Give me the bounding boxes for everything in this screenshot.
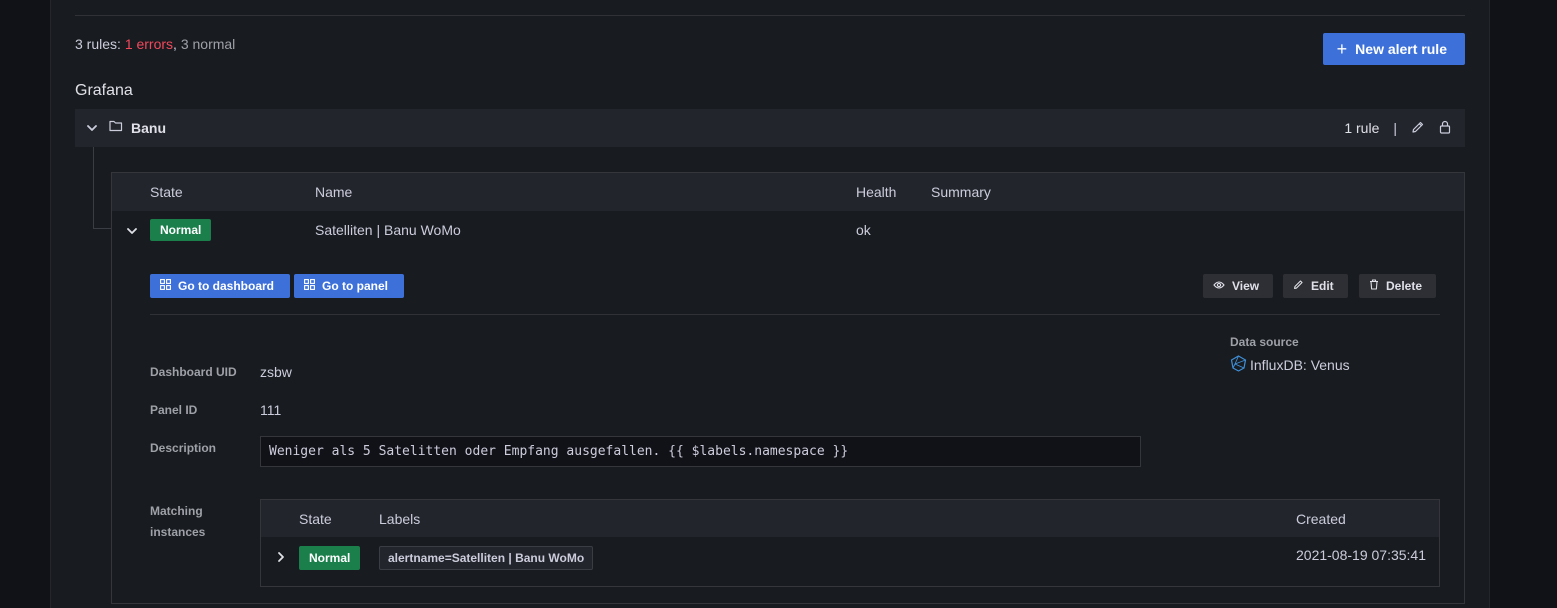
grid-icon bbox=[160, 279, 171, 293]
rule-actions: Go to dashboard Go to panel View Edit De… bbox=[150, 274, 1440, 298]
panel-id-value: 111 bbox=[260, 402, 282, 418]
rules-table-header: State Name Health Summary bbox=[112, 173, 1464, 211]
header-summary: Summary bbox=[931, 184, 991, 200]
datasource-name: InfluxDB: Venus bbox=[1250, 357, 1350, 373]
grid-icon bbox=[304, 279, 315, 293]
section-title: Grafana bbox=[75, 82, 133, 99]
header-state: State bbox=[150, 184, 183, 200]
summary-separator: , bbox=[173, 36, 181, 52]
description-value: Weniger als 5 Satelitten oder Empfang au… bbox=[260, 436, 1141, 467]
instance-row[interactable]: Normal alertname=Satelliten | Banu WoMo … bbox=[261, 537, 1439, 587]
header-name: Name bbox=[315, 184, 353, 200]
rules-summary: 3 rules: 1 errors, 3 normal bbox=[75, 36, 235, 52]
go-to-panel-button[interactable]: Go to panel bbox=[294, 274, 404, 298]
edit-label: Edit bbox=[1311, 279, 1334, 293]
details-divider bbox=[150, 314, 1440, 315]
delete-label: Delete bbox=[1386, 279, 1423, 293]
go-to-panel-label: Go to panel bbox=[322, 279, 388, 293]
new-alert-rule-label: New alert rule bbox=[1355, 41, 1447, 57]
delete-button[interactable]: Delete bbox=[1359, 274, 1437, 298]
instance-state-badge: Normal bbox=[299, 546, 361, 570]
go-to-dashboard-button[interactable]: Go to dashboard bbox=[150, 274, 290, 298]
view-label: View bbox=[1232, 279, 1260, 293]
folder-header[interactable]: Banu 1 rule | bbox=[75, 109, 1465, 147]
instances-header-created: Created bbox=[1296, 511, 1346, 527]
folder-pipe: | bbox=[1393, 120, 1397, 136]
edit-button[interactable]: Edit bbox=[1283, 274, 1348, 298]
alert-rules-page: 3 rules: 1 errors, 3 normal + New alert … bbox=[50, 0, 1490, 608]
matching-label-line2: instances bbox=[150, 525, 206, 539]
datasource-label: Data source bbox=[1230, 335, 1299, 349]
chevron-down-icon[interactable] bbox=[126, 224, 138, 240]
datasource-value[interactable]: InfluxDB: Venus bbox=[1230, 355, 1350, 375]
pencil-icon[interactable] bbox=[1411, 120, 1425, 137]
chevron-right-icon[interactable] bbox=[275, 550, 287, 566]
folder-rule-count: 1 rule bbox=[1344, 120, 1380, 136]
rule-state-badge: Normal bbox=[150, 219, 212, 241]
instance-created: 2021-08-19 07:35:41 bbox=[1296, 547, 1426, 563]
rule-health: ok bbox=[856, 222, 871, 238]
instances-header: State Labels Created bbox=[261, 500, 1439, 537]
pencil-icon bbox=[1293, 279, 1304, 293]
new-alert-rule-button[interactable]: + New alert rule bbox=[1322, 33, 1465, 65]
dashboard-uid-value: zsbw bbox=[260, 364, 292, 380]
panel-id-label: Panel ID bbox=[150, 403, 198, 417]
summary-normal: 3 normal bbox=[180, 36, 236, 52]
instances-header-state: State bbox=[299, 511, 332, 527]
top-divider bbox=[75, 15, 1465, 16]
folder-icon bbox=[109, 119, 123, 137]
rule-name: Satelliten | Banu WoMo bbox=[315, 222, 461, 238]
chevron-down-icon[interactable] bbox=[85, 121, 99, 135]
dashboard-uid-label: Dashboard UID bbox=[150, 365, 237, 379]
tree-line-vertical bbox=[93, 147, 94, 229]
lock-icon[interactable] bbox=[1439, 120, 1451, 137]
rules-table: State Name Health Summary Normal Satelli… bbox=[111, 172, 1465, 604]
matching-instances-table: State Labels Created Normal alertname=Sa… bbox=[260, 499, 1440, 587]
rule-row[interactable]: Normal Satelliten | Banu WoMo ok bbox=[112, 211, 1464, 251]
influxdb-icon bbox=[1230, 355, 1247, 375]
tree-line-horizontal bbox=[93, 228, 111, 229]
folder-name: Banu bbox=[131, 120, 166, 136]
matching-label-line1: Matching bbox=[150, 504, 203, 518]
trash-icon bbox=[1369, 279, 1379, 293]
plus-icon: + bbox=[1336, 39, 1348, 59]
summary-errors: 1 errors bbox=[124, 36, 174, 52]
folder-actions: 1 rule | bbox=[1344, 109, 1451, 147]
go-to-dashboard-label: Go to dashboard bbox=[178, 279, 274, 293]
header-health: Health bbox=[856, 184, 897, 200]
view-button[interactable]: View bbox=[1203, 274, 1274, 298]
description-label: Description bbox=[150, 441, 217, 455]
instances-header-labels: Labels bbox=[379, 511, 421, 527]
summary-prefix: 3 rules: bbox=[75, 36, 125, 52]
instance-label-chip: alertname=Satelliten | Banu WoMo bbox=[379, 546, 594, 570]
eye-icon bbox=[1213, 279, 1225, 293]
